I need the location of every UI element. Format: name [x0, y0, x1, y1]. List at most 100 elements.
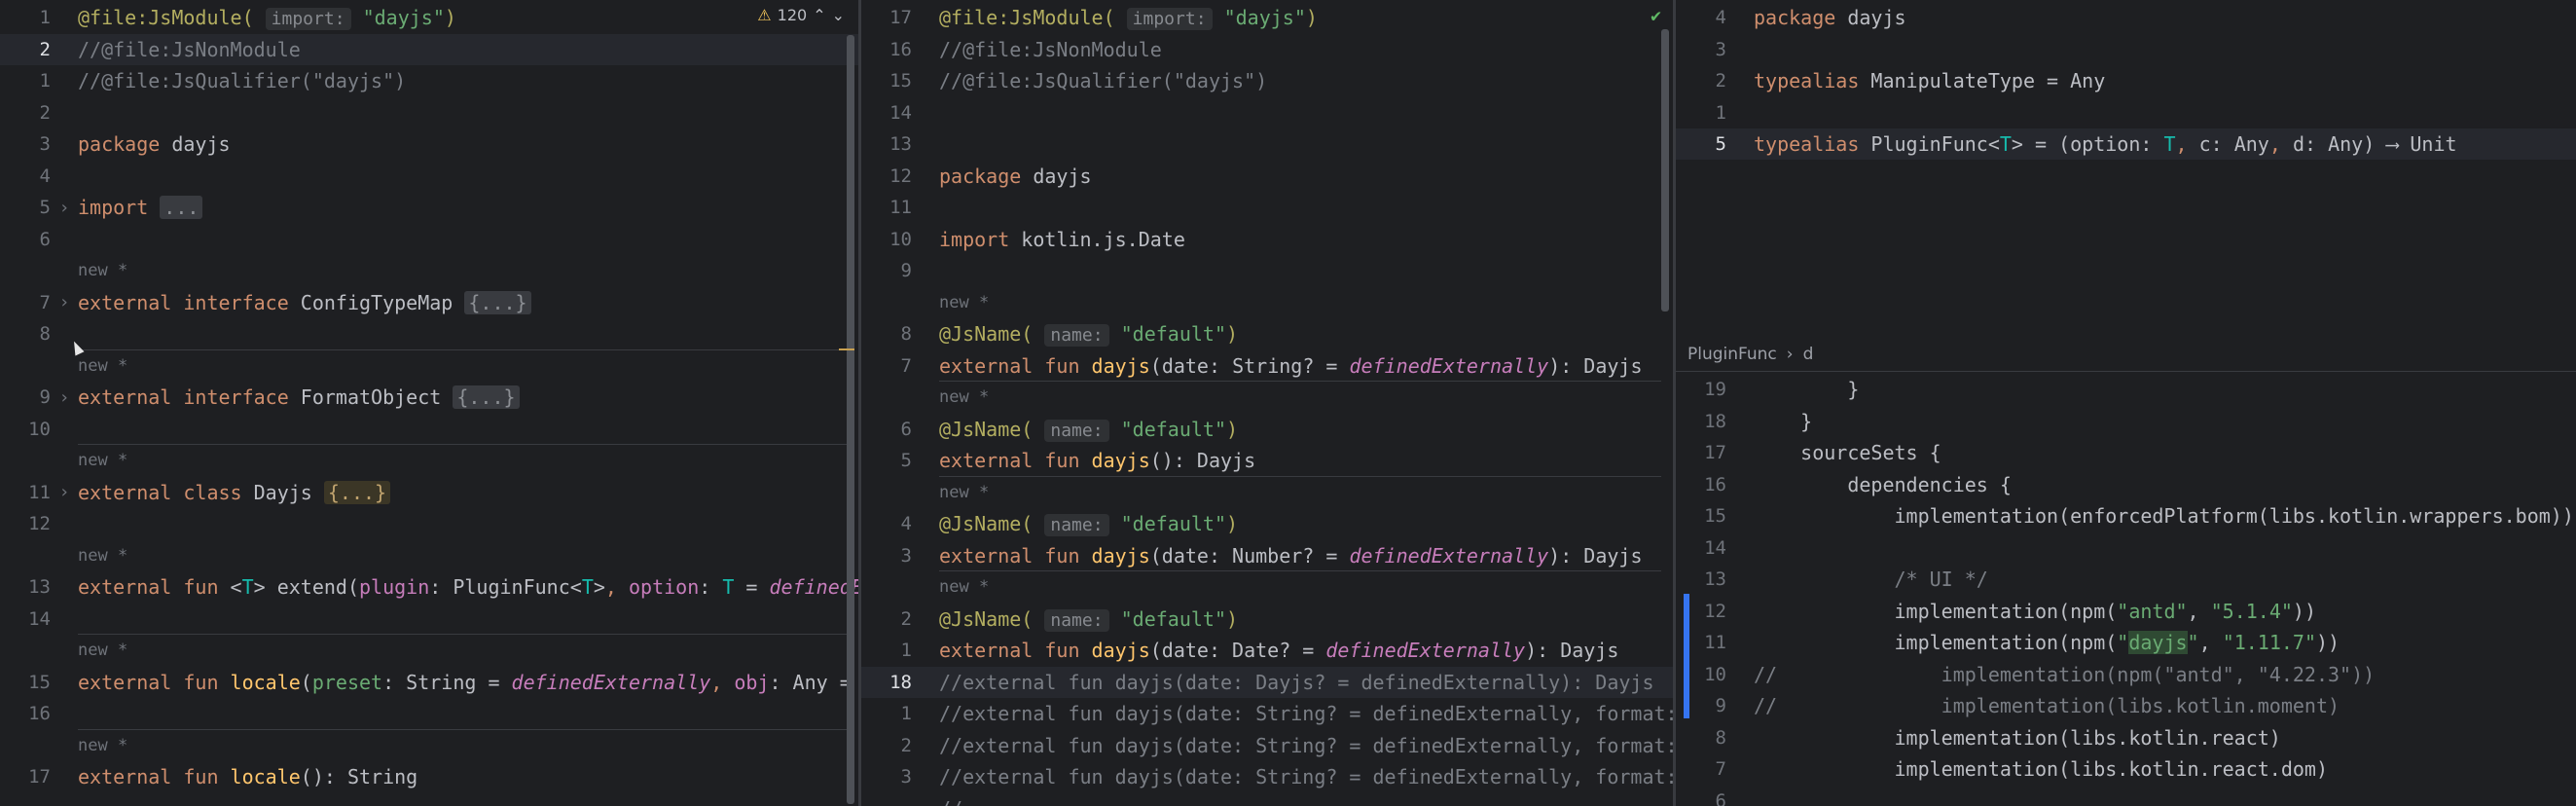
code-line[interactable]: 18 } — [1676, 406, 2576, 437]
code-line[interactable]: 13 /* UI */ — [1676, 564, 2576, 595]
editor-pane-dayjs-functions[interactable]: ✔ 17 @file:JsModule( import: "dayjs") 16//… — [861, 0, 1673, 806]
code-lines[interactable]: 19 } 18 } 17 sourceSets {16 dependencies {… — [1676, 372, 2576, 806]
code-line[interactable]: 7 implementation(libs.kotlin.react.dom) — [1676, 753, 2576, 785]
code-line[interactable]: 1 @file:JsModule( import: "dayjs") — [0, 2, 858, 33]
code-line[interactable]: 4 package dayjs — [1676, 2, 2576, 33]
code-line[interactable]: 1 external fun dayjs(date: Date? = define… — [861, 635, 1673, 666]
code-line[interactable]: 17 sourceSets { — [1676, 437, 2576, 468]
code-line[interactable]: // — [861, 793, 1673, 806]
editor-pane-dayjs-module[interactable]: ⚠ 120 ⌃ ⌄ 1 @file:JsModule( import: "dayj… — [0, 0, 858, 806]
line-number: 17 — [889, 7, 912, 28]
code-line[interactable]: 2 @JsName( name: "default") — [861, 604, 1673, 635]
breadcrumb-item[interactable]: d — [1803, 345, 1814, 364]
author-hint: new * — [939, 292, 990, 312]
line-number: 1 — [900, 640, 912, 661]
code-text: //external fun dayjs(date: String? = def… — [939, 733, 1673, 757]
code-line[interactable]: 14 — [0, 604, 858, 635]
code-line[interactable]: 2 //@file:JsNonModule — [0, 33, 858, 65]
code-line[interactable]: 9 › external interface FormatObject {...} — [0, 382, 858, 413]
code-line[interactable]: 3 external fun dayjs(date: Number? = defi… — [861, 540, 1673, 571]
code-line[interactable]: 6 — [1676, 786, 2576, 806]
code-line[interactable]: 12 implementation(npm("antd", "5.1.4")) — [1676, 596, 2576, 627]
code-line[interactable]: 12 package dayjs — [861, 161, 1673, 192]
code-line[interactable]: 13 — [861, 128, 1673, 160]
fold-chevron-icon[interactable]: › — [51, 387, 78, 408]
line-number: 4 — [39, 165, 51, 187]
code-line[interactable]: 11 › external class Dayjs {...} — [0, 477, 858, 508]
code-text: typealias ManipulateType = Any — [1754, 69, 2106, 92]
scrollbar[interactable] — [1661, 29, 1669, 311]
fold-chevron-icon[interactable]: › — [51, 482, 78, 502]
code-line[interactable]: 6 — [0, 224, 858, 255]
code-line[interactable]: new * — [861, 571, 1673, 603]
code-line[interactable]: 2 typealias ManipulateType = Any — [1676, 65, 2576, 96]
fold-chevron-icon[interactable]: › — [51, 292, 78, 312]
code-line[interactable]: 6 @JsName( name: "default") — [861, 414, 1673, 445]
code-line[interactable]: 4 @JsName( name: "default") — [861, 508, 1673, 539]
code-line[interactable]: new * — [0, 635, 858, 666]
code-line[interactable]: 11 implementation(npm("dayjs", "1.11.7")… — [1676, 627, 2576, 658]
code-line[interactable]: 5 › import ... — [0, 192, 858, 223]
code-line[interactable]: 17 @file:JsModule( import: "dayjs") — [861, 2, 1673, 33]
code-line[interactable]: 3 — [1676, 34, 2576, 65]
code-text: external fun dayjs(date: Date? = defined… — [939, 639, 1619, 662]
code-line[interactable]: new * — [861, 287, 1673, 318]
code-line[interactable]: 11 — [861, 192, 1673, 223]
code-line[interactable]: 10// implementation(npm("antd", "4.22.3"… — [1676, 659, 2576, 690]
scrollbar[interactable] — [847, 35, 854, 804]
code-line[interactable]: 15 external fun locale(preset: String = d… — [0, 667, 858, 698]
author-hint: new * — [939, 482, 990, 502]
code-line[interactable]: new * — [0, 730, 858, 761]
code-line[interactable]: 14 — [1676, 532, 2576, 564]
code-line[interactable]: 18 //external fun dayjs(date: Dayjs? = de… — [861, 666, 1673, 698]
line-number: 19 — [1704, 379, 1726, 400]
code-line[interactable]: 8 @JsName( name: "default") — [861, 318, 1673, 349]
declaration-separator — [939, 570, 1661, 571]
breadcrumb-item[interactable]: PluginFunc — [1687, 345, 1777, 364]
change-marker[interactable] — [1684, 594, 1689, 718]
declaration-separator — [939, 475, 1661, 477]
code-line[interactable]: 1 //@file:JsQualifier("dayjs") — [0, 65, 858, 96]
code-line[interactable]: 8 implementation(libs.kotlin.react) — [1676, 722, 2576, 753]
code-line[interactable]: 12 — [0, 508, 858, 539]
code-text: typealias PluginFunc<T> = (option: T, c:… — [1754, 132, 2457, 156]
code-line[interactable]: 9 — [861, 255, 1673, 286]
code-line[interactable]: 10 import kotlin.js.Date — [861, 224, 1673, 255]
code-line[interactable]: 2 — [0, 97, 858, 128]
code-line[interactable]: new * — [0, 255, 858, 286]
code-line[interactable]: 15 implementation(enforcedPlatform(libs.… — [1676, 500, 2576, 531]
code-line[interactable]: new * — [861, 382, 1673, 413]
code-line[interactable]: 5 typealias PluginFunc<T> = (option: T, c… — [1676, 128, 2576, 160]
editor-pane-typealiases[interactable]: 4 package dayjs 3 2 typealias ManipulateType… — [1676, 0, 2576, 337]
editor-pane-build-gradle[interactable]: PluginFunc › d 19 } 18 } 17 sourceSets {16… — [1676, 337, 2576, 806]
author-hint: new * — [78, 641, 128, 660]
line-number: 14 — [1704, 536, 1726, 559]
code-line[interactable]: 14 — [861, 97, 1673, 128]
code-line[interactable]: 3 package dayjs — [0, 128, 858, 160]
code-line[interactable]: 5 external fun dayjs(): Dayjs — [861, 445, 1673, 476]
code-line[interactable]: 16 //@file:JsNonModule — [861, 34, 1673, 65]
code-line[interactable]: 17 external fun locale(): String — [0, 761, 858, 792]
code-line[interactable]: 7 external fun dayjs(date: String? = defi… — [861, 350, 1673, 382]
code-line[interactable]: 19 } — [1676, 374, 2576, 405]
fold-chevron-icon[interactable]: › — [51, 198, 78, 218]
line-number: 16 — [889, 38, 912, 60]
code-line[interactable]: 10 — [0, 414, 858, 445]
code-line[interactable]: 9// implementation(libs.kotlin.moment) — [1676, 690, 2576, 721]
code-line[interactable]: 15 //@file:JsQualifier("dayjs") — [861, 65, 1673, 96]
code-line[interactable]: new * — [0, 540, 858, 571]
code-line[interactable]: new * — [861, 477, 1673, 508]
code-line[interactable]: 2 //external fun dayjs(date: String? = de… — [861, 730, 1673, 761]
code-line[interactable]: 1 //external fun dayjs(date: String? = de… — [861, 698, 1673, 729]
line-number: 3 — [900, 766, 912, 788]
code-line[interactable]: 1 — [1676, 97, 2576, 128]
code-line[interactable]: new * — [0, 445, 858, 476]
code-line[interactable]: 8 — [0, 318, 858, 349]
code-line[interactable]: new * — [0, 350, 858, 382]
code-line[interactable]: 16 dependencies { — [1676, 469, 2576, 500]
code-line[interactable]: 16 — [0, 698, 858, 729]
code-line[interactable]: 13 external fun <T> extend(plugin: Plugin… — [0, 571, 858, 603]
code-line[interactable]: 7 › external interface ConfigTypeMap {...} — [0, 287, 858, 318]
code-line[interactable]: 4 — [0, 161, 858, 192]
code-line[interactable]: 3 //external fun dayjs(date: String? = de… — [861, 761, 1673, 792]
